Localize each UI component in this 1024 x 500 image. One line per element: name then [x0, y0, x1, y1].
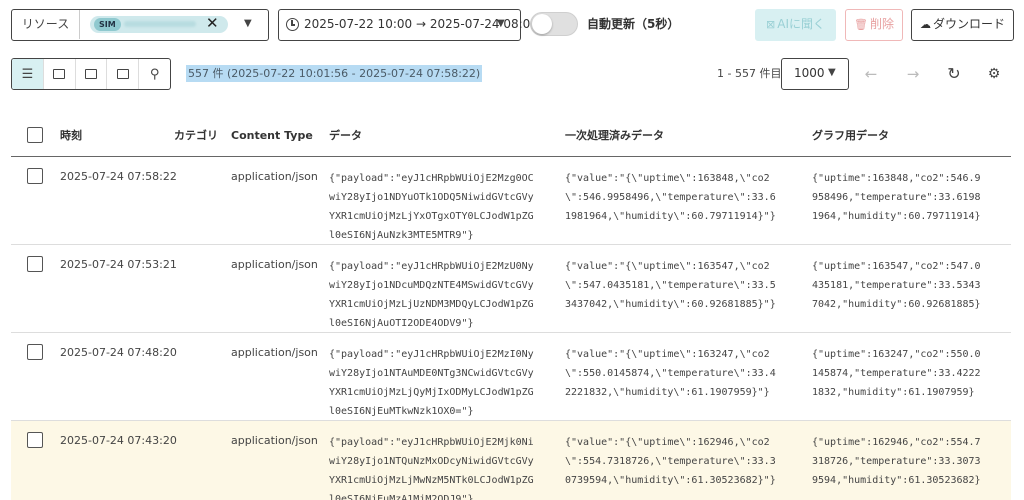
cell-graph-data: {"uptime":163547,"co2":547.0 435181,"tem…	[812, 261, 981, 310]
cell-graph-data: {"uptime":163247,"co2":550.0 145874,"tem…	[812, 349, 981, 398]
chevron-down-icon[interactable]: ▼	[244, 18, 252, 29]
table-row[interactable]: 2025-07-24 07:58:22 application/json {"p…	[11, 157, 1011, 245]
arrow-right-icon[interactable]: →	[903, 58, 923, 90]
per-page-select[interactable]: 1000 ▼	[781, 58, 849, 90]
select-all-checkbox[interactable]	[27, 127, 43, 143]
clock-icon	[286, 18, 299, 31]
line-chart-icon	[53, 69, 66, 79]
resource-chip: SIM ✕	[90, 15, 228, 33]
cell-content-type: application/json	[231, 434, 318, 447]
cell-time: 2025-07-24 07:53:21	[60, 258, 177, 271]
download-button[interactable]: ☁ ダウンロード	[911, 9, 1014, 41]
reload-icon[interactable]: ↻	[944, 58, 964, 90]
cell-processed-data: {"value":"{\"uptime\":163848,\"co2 \":54…	[565, 173, 776, 222]
bar-chart-icon	[116, 69, 129, 79]
sim-tag: SIM	[94, 18, 121, 31]
view-map-button[interactable]: ⚲	[139, 59, 170, 89]
cell-time: 2025-07-24 07:48:20	[60, 346, 177, 359]
ask-ai-button[interactable]: ⊠ AIに聞く	[755, 9, 836, 41]
ask-ai-label: AIに聞く	[777, 17, 825, 31]
paging-info: 1 - 557 件目	[717, 67, 782, 80]
trash-icon: 🗑	[854, 18, 868, 31]
delete-button[interactable]: 🗑 削除	[845, 9, 903, 41]
cell-data: {"payload":"eyJ1cHRpbWUiOjE2MzU0Ny wiY28…	[329, 261, 534, 329]
cell-data: {"payload":"eyJ1cHRpbWUiOjE2Mjk0Ni wiY28…	[329, 437, 534, 500]
resource-chip-name-blurred	[124, 21, 196, 27]
map-pin-icon: ⚲	[149, 66, 160, 82]
cloud-download-icon: ☁	[919, 18, 931, 31]
view-mode-group: ☰ ⚲	[11, 58, 171, 90]
top-toolbar: リソース SIM ✕ ▼ 2025-07-22 10:00 → 2025-07-…	[11, 9, 1014, 41]
col-category[interactable]: カテゴリ	[174, 117, 218, 154]
row-checkbox[interactable]	[27, 432, 43, 448]
data-panel-icon	[84, 69, 97, 79]
list-search-icon: ☰	[21, 66, 34, 82]
view-data-button[interactable]	[76, 59, 108, 89]
row-checkbox[interactable]	[27, 168, 43, 184]
cell-processed-data: {"value":"{\"uptime\":163247,\"co2 \":55…	[565, 349, 776, 398]
view-line-chart-button[interactable]	[44, 59, 76, 89]
cell-graph-data: {"uptime":162946,"co2":554.7 318726,"tem…	[812, 437, 981, 486]
download-label: ダウンロード	[932, 17, 1005, 31]
col-graph-data[interactable]: グラフ用データ	[812, 117, 889, 154]
table-row[interactable]: 2025-07-24 07:43:20 application/json {"p…	[11, 421, 1011, 500]
cell-content-type: application/json	[231, 258, 318, 271]
ai-icon: ⊠	[766, 18, 776, 31]
cell-data: {"payload":"eyJ1cHRpbWUiOjE2MzI0Ny wiY28…	[329, 349, 534, 417]
chevron-down-icon[interactable]: ▼	[497, 18, 505, 29]
col-time[interactable]: 時刻	[60, 117, 82, 154]
close-icon[interactable]: ✕	[206, 15, 219, 32]
cell-time: 2025-07-24 07:43:20	[60, 434, 177, 447]
cell-time: 2025-07-24 07:58:22	[60, 170, 177, 183]
table-row[interactable]: 2025-07-24 07:53:21 application/json {"p…	[11, 245, 1011, 333]
auto-refresh-label: 自動更新（5秒）	[587, 17, 680, 31]
col-processed-data[interactable]: 一次処理済みデータ	[565, 117, 664, 154]
result-summary: 557 件 (2025-07-22 10:01:56 - 2025-07-24 …	[186, 65, 483, 82]
auto-refresh-toggle[interactable]	[530, 12, 578, 36]
cell-content-type: application/json	[231, 346, 318, 359]
table-row[interactable]: 2025-07-24 07:48:20 application/json {"p…	[11, 333, 1011, 421]
col-content-type[interactable]: Content Type	[231, 117, 313, 154]
view-bar-chart-button[interactable]	[107, 59, 140, 89]
cell-processed-data: {"value":"{\"uptime\":162946,\"co2 \":55…	[565, 437, 776, 486]
cell-content-type: application/json	[231, 170, 318, 183]
data-table: 時刻 カテゴリ Content Type データ 一次処理済みデータ グラフ用デ…	[11, 117, 1011, 500]
view-list-button[interactable]: ☰	[12, 59, 44, 89]
per-page-value: 1000	[794, 66, 825, 80]
cell-processed-data: {"value":"{\"uptime\":163547,\"co2 \":54…	[565, 261, 776, 310]
date-range-select[interactable]: 2025-07-22 10:00 → 2025-07-24 08:00 ▼	[278, 9, 538, 41]
resource-select[interactable]: リソース SIM ✕ ▼	[11, 9, 269, 41]
row-checkbox[interactable]	[27, 256, 43, 272]
row-checkbox[interactable]	[27, 344, 43, 360]
delete-label: 削除	[869, 17, 894, 31]
resource-label: リソース	[12, 10, 80, 39]
chevron-down-icon[interactable]: ▼	[828, 67, 836, 78]
gear-icon[interactable]: ⚙	[984, 58, 1004, 90]
cell-graph-data: {"uptime":163848,"co2":546.9 958496,"tem…	[812, 173, 981, 222]
arrow-left-icon[interactable]: ←	[861, 58, 881, 90]
cell-data: {"payload":"eyJ1cHRpbWUiOjE2Mzg0OC wiY28…	[329, 173, 534, 241]
table-header: 時刻 カテゴリ Content Type データ 一次処理済みデータ グラフ用デ…	[11, 117, 1011, 157]
toggle-knob	[532, 14, 552, 34]
col-data[interactable]: データ	[329, 117, 362, 154]
view-toolbar: ☰ ⚲ 557 件 (2025-07-22 10:01:56 - 2025-07…	[11, 58, 1014, 90]
